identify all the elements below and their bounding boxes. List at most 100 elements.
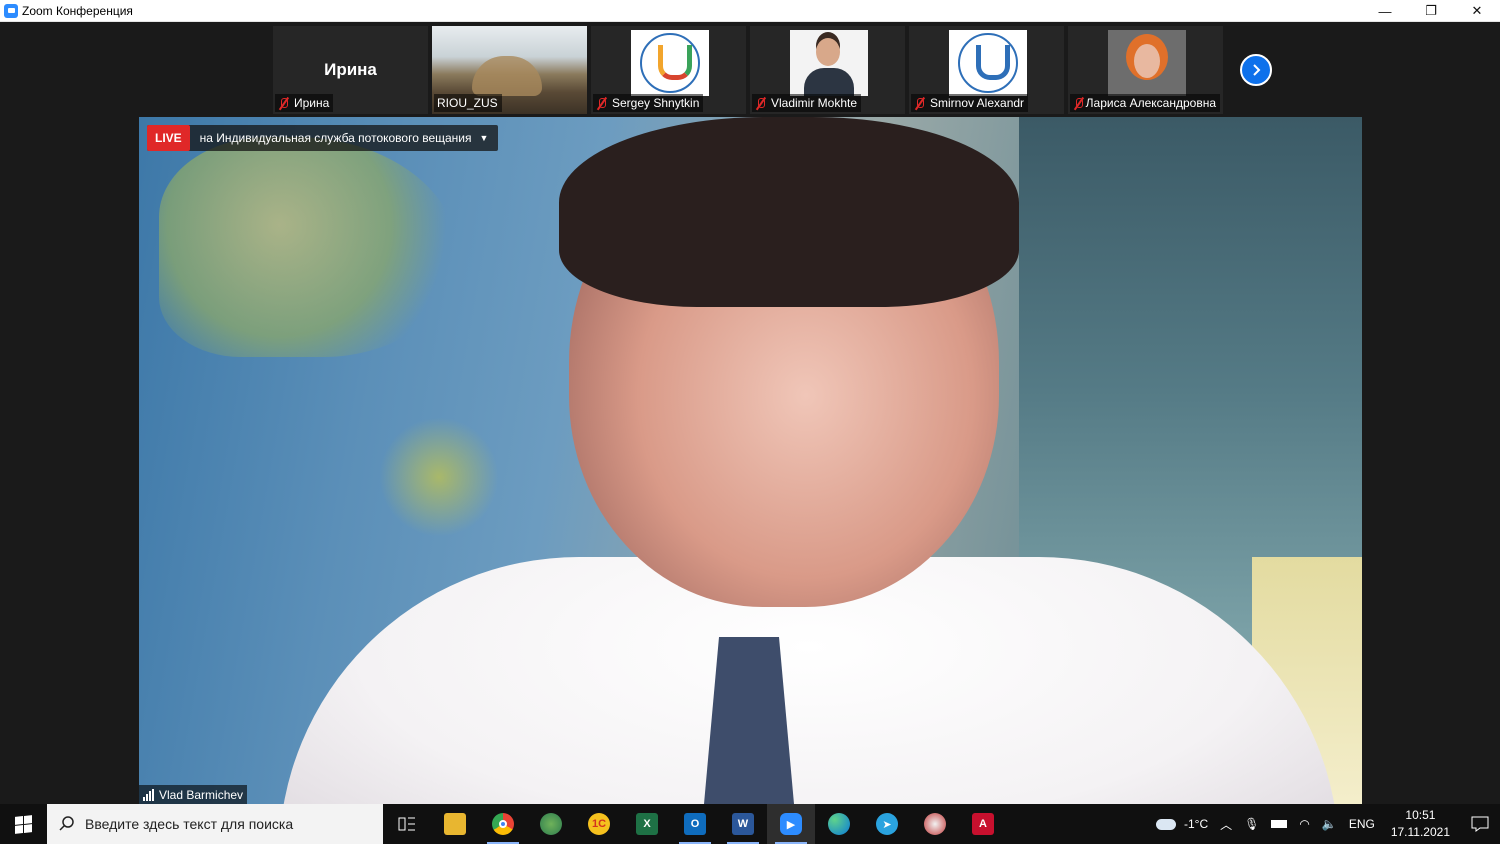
task-view-button[interactable] (383, 804, 431, 844)
chrome-button[interactable] (479, 804, 527, 844)
notification-icon (1471, 816, 1489, 832)
mic-muted-icon (278, 97, 289, 110)
edge-button[interactable] (815, 804, 863, 844)
app-icon (924, 813, 946, 835)
minimize-button[interactable]: — (1362, 0, 1408, 22)
clock-time: 10:51 (1405, 808, 1436, 822)
taskbar-search[interactable]: Введите здесь текст для поиска (47, 804, 383, 844)
participant-nameplate: Ирина (275, 94, 334, 112)
microphone-icon[interactable]: 🎙 (1238, 817, 1265, 831)
acrobat-icon: A (972, 813, 994, 835)
telegram-button[interactable]: ➤ (863, 804, 911, 844)
participant-video (949, 30, 1027, 96)
participant-name: RIOU_ZUS (437, 96, 498, 110)
search-icon (59, 816, 74, 831)
chevron-right-icon (1253, 64, 1261, 76)
folder-icon (444, 813, 466, 835)
participant-initial-name: Ирина (324, 60, 377, 79)
yandex-icon: 1С (588, 813, 610, 835)
word-button[interactable]: W (719, 804, 767, 844)
speaker-hair (559, 117, 1019, 307)
edge-icon (828, 813, 850, 835)
university-logo-icon (631, 30, 709, 96)
windows-logo-icon (15, 814, 32, 834)
participant-tile[interactable]: RIOU_ZUS (432, 26, 587, 114)
mic-muted-icon (755, 97, 766, 110)
word-icon: W (732, 813, 754, 835)
participant-video (790, 30, 868, 96)
acrobat-button[interactable]: A (959, 804, 1007, 844)
wifi-icon[interactable]: ◠ (1293, 817, 1315, 831)
excel-icon: X (636, 813, 658, 835)
live-stream-indicator[interactable]: LIVE на Индивидуальная служба потокового… (147, 125, 499, 151)
participant-tile[interactable]: Vladimir Mokhte (750, 26, 905, 114)
system-clock[interactable]: 10:51 17.11.2021 (1381, 807, 1460, 841)
participant-video (631, 30, 709, 96)
battery-icon[interactable] (1265, 820, 1293, 828)
speaker-icon[interactable]: 🔈 (1316, 817, 1343, 831)
maps-button[interactable] (527, 804, 575, 844)
chrome-icon (492, 813, 514, 835)
participant-name: Sergey Shnytkin (612, 96, 700, 110)
participant-name: Лариса Александровна (1085, 96, 1216, 110)
telegram-icon: ➤ (876, 813, 898, 835)
participant-nameplate: Лариса Александровна (1070, 94, 1220, 112)
participant-nameplate: Sergey Shnytkin (593, 94, 704, 112)
meeting-stage: Ирина Ирина RIOU_ZUS Sergey Shnytkin Vla… (0, 22, 1500, 804)
restore-button[interactable]: ❐ (1408, 0, 1454, 22)
zoom-app-icon (4, 3, 18, 18)
caret-down-icon[interactable]: ▼ (480, 133, 489, 143)
file-explorer-button[interactable] (431, 804, 479, 844)
title-bar: Zoom Конференция — ❐ ✕ (0, 0, 1500, 22)
participant-tile[interactable]: Ирина Ирина (273, 26, 428, 114)
input-language[interactable]: ENG (1343, 817, 1381, 831)
participant-nameplate: RIOU_ZUS (434, 94, 502, 112)
profile-photo (1108, 30, 1186, 96)
outlook-icon: O (684, 813, 706, 835)
live-badge: LIVE (147, 125, 190, 151)
close-button[interactable]: ✕ (1454, 0, 1500, 22)
speaker-name: Vlad Barmichev (159, 787, 244, 802)
university-logo-icon (949, 30, 1027, 96)
start-button[interactable] (0, 804, 47, 844)
participant-nameplate: Vladimir Mokhte (752, 94, 862, 112)
participant-name: Smirnov Alexandr (930, 96, 1025, 110)
mic-muted-icon (596, 97, 607, 110)
pinned-apps: 1С X O W ▶ ➤ A (383, 804, 1007, 844)
active-speaker-video[interactable]: LIVE на Индивидуальная служба потокового… (139, 117, 1362, 804)
clock-date: 17.11.2021 (1390, 825, 1450, 839)
zoom-button[interactable]: ▶ (767, 804, 815, 844)
yandex-button[interactable]: 1С (575, 804, 623, 844)
participant-tile[interactable]: Smirnov Alexandr (909, 26, 1064, 114)
participant-name: Ирина (294, 96, 330, 110)
mic-muted-icon (1073, 97, 1083, 110)
mission-button[interactable] (911, 804, 959, 844)
zoom-icon: ▶ (780, 813, 802, 835)
window-title: Zoom Конференция (22, 3, 133, 18)
speaker-nameplate: Vlad Barmichev (139, 785, 248, 804)
participant-nameplate: Smirnov Alexandr (911, 94, 1029, 112)
weather-widget[interactable]: -1°C (1150, 817, 1214, 831)
profile-photo (790, 30, 868, 96)
participant-strip: Ирина Ирина RIOU_ZUS Sergey Shnytkin Vla… (273, 26, 1223, 114)
chevron-up-icon[interactable]: ︿ (1214, 816, 1238, 833)
excel-button[interactable]: X (623, 804, 671, 844)
notification-button[interactable] (1460, 804, 1500, 844)
mic-muted-icon (914, 97, 925, 110)
participant-video (1108, 30, 1186, 96)
window-controls: — ❐ ✕ (1362, 0, 1500, 22)
participant-tile[interactable]: Лариса Александровна (1068, 26, 1223, 114)
live-stream-service: на Индивидуальная служба потокового веща… (199, 131, 472, 145)
zoom-window: Zoom Конференция — ❐ ✕ Ирина Ирина RIOU_… (0, 0, 1500, 844)
background-map (159, 137, 459, 357)
windows-taskbar: Введите здесь текст для поиска 1С X O W … (0, 804, 1500, 844)
participant-tile[interactable]: Sergey Shnytkin (591, 26, 746, 114)
outlook-button[interactable]: O (671, 804, 719, 844)
weather-temperature: -1°C (1183, 817, 1209, 831)
system-tray: -1°C ︿ 🎙 ◠ 🔈 ENG 10:51 17.11.2021 (1150, 804, 1500, 844)
signal-strength-icon (143, 788, 154, 801)
cloud-icon (1155, 818, 1176, 830)
search-placeholder: Введите здесь текст для поиска (85, 816, 294, 832)
next-page-button[interactable] (1240, 54, 1272, 86)
background-map (379, 417, 499, 537)
